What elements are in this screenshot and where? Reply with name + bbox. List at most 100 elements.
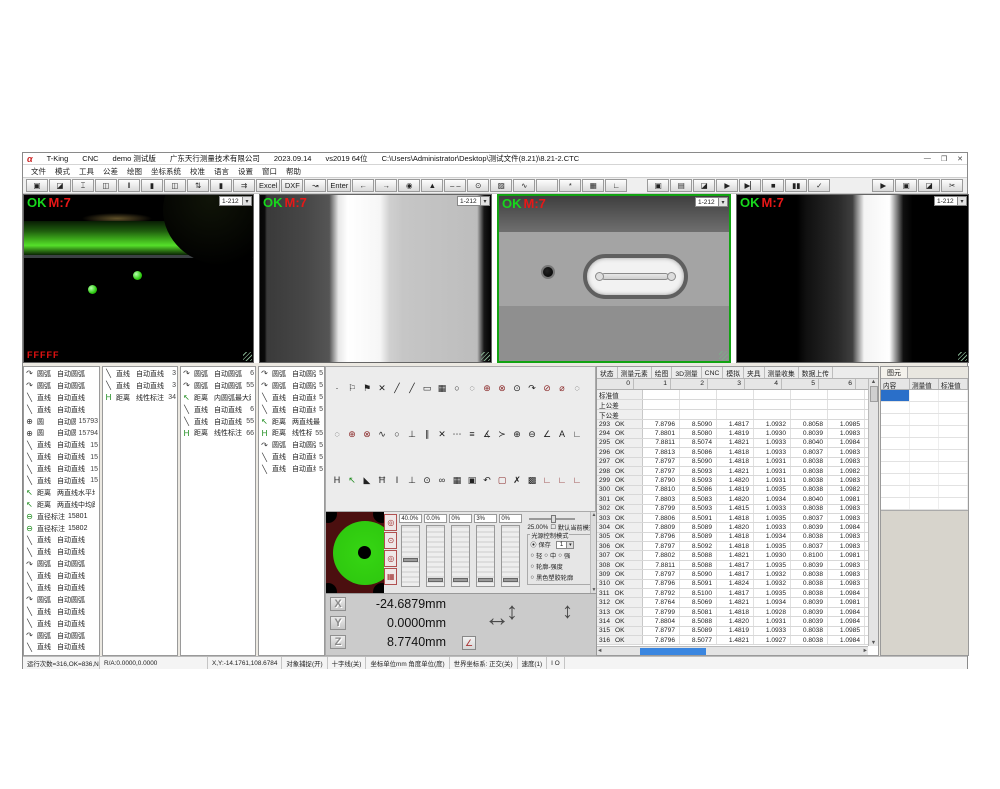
camera-view-1[interactable]: OKM:7 FFFFF 1-212 ▾ — [23, 194, 254, 363]
scrollbar-thumb[interactable] — [870, 386, 878, 402]
column-header[interactable]: 2 — [671, 379, 708, 389]
measure-tool-icon[interactable]: ⋯ — [450, 427, 464, 441]
level-mid-radio[interactable]: ○ — [544, 552, 548, 559]
measure-tool-icon[interactable]: ⊕ — [510, 427, 524, 441]
measure-tool-icon[interactable]: ∟ — [570, 427, 584, 441]
table-row[interactable]: 298OK 7.8797 8.5093 1.4821 1.0931 0.8038… — [597, 467, 868, 476]
measure-tool-icon[interactable]: ∟ — [540, 473, 554, 487]
mode-number-combobox[interactable]: 1▾ — [556, 541, 574, 549]
list-item[interactable]: ╲ 直线 自动直线 — [24, 392, 99, 404]
menu-item[interactable]: 窗口 — [262, 166, 277, 177]
fixture-button[interactable]: ◫ — [95, 179, 117, 192]
slider-thumb[interactable] — [453, 578, 468, 582]
list-item[interactable]: ╲ 直线 自动直线 — [24, 606, 99, 618]
list-item[interactable]: ╲ 直线 自动直线 15 — [24, 451, 99, 463]
measure-tool-icon[interactable]: ⌀ — [555, 381, 569, 395]
dxf-export-button[interactable]: DXF — [281, 179, 303, 192]
camera-view-3-selected[interactable]: OKM:7 1-212 ▾ — [497, 194, 731, 363]
group-disabled-button[interactable]: ▤ — [670, 179, 692, 192]
tolerance-row[interactable]: 下公差 — [597, 410, 868, 420]
camera3-selector[interactable]: 1-212 ▾ — [695, 197, 728, 207]
play-disabled-button[interactable]: ▶ — [872, 179, 894, 192]
scrollbar-thumb[interactable] — [640, 648, 706, 655]
list-item[interactable]: ╲ 直线 自动直线 15 — [24, 475, 99, 487]
table-row[interactable]: 316OK 7.8796 8.5077 1.4821 1.0927 0.8038… — [597, 636, 868, 645]
list-item[interactable]: ↷ 圆弧 自动圆弧 — [24, 368, 99, 380]
disabled-updown-button[interactable]: ⇅ — [187, 179, 209, 192]
horizontal-scrollbar[interactable]: ◄ ► — [597, 646, 868, 655]
list-item[interactable]: ╲ 直线 自动直线 — [24, 641, 99, 653]
measure-tool-icon[interactable]: ╱ — [390, 381, 404, 395]
list-item[interactable]: ╲ 直线 自动直线 55 — [181, 416, 255, 428]
measure-tool-icon[interactable]: ╱ — [405, 381, 419, 395]
table-row[interactable] — [881, 402, 968, 414]
tolerance-row[interactable]: 上公差 — [597, 400, 868, 410]
light-channel-slider[interactable] — [501, 525, 520, 587]
table-row[interactable] — [881, 450, 968, 462]
list-item[interactable]: ↖ 距离 两直线水平均距 — [24, 487, 99, 499]
run-button[interactable]: ✓ — [808, 179, 830, 192]
light-channel-slider[interactable] — [401, 525, 420, 587]
table-row[interactable] — [881, 438, 968, 450]
resize-grip-icon[interactable] — [243, 352, 252, 361]
measure-tool-icon[interactable]: ⊘ — [540, 381, 554, 395]
menu-item[interactable]: 帮助 — [286, 166, 301, 177]
measure-tool-icon[interactable]: ≡ — [465, 427, 479, 441]
table-row[interactable]: 309OK 7.8797 8.5090 1.4817 1.0932 0.8038… — [597, 570, 868, 579]
wave-button[interactable]: ∿ — [513, 179, 535, 192]
measure-tool-icon[interactable]: ○ — [390, 427, 404, 441]
results-tab[interactable]: 3D测量 — [672, 367, 701, 378]
measure-tool-icon[interactable]: ∡ — [480, 427, 494, 441]
measure-tool-icon[interactable]: Ħ — [375, 473, 389, 487]
disabled-tool-button[interactable]: ▮ — [210, 179, 232, 192]
close-button[interactable]: ✕ — [957, 155, 963, 163]
table-row[interactable]: 311OK 7.8792 8.5100 1.4817 1.0935 0.8038… — [597, 589, 868, 598]
light-channel-slider[interactable] — [476, 525, 495, 587]
list-item[interactable]: ↷ 圆弧 自动圆弧 5 — [259, 380, 324, 392]
column-header[interactable]: 5 — [782, 379, 819, 389]
list-item[interactable]: ⊕ 圆 自动圆 15794 — [24, 427, 99, 439]
results-tab[interactable]: 测量收集 — [765, 367, 799, 378]
measure-tool-icon[interactable]: ∠ — [540, 427, 554, 441]
list-item[interactable]: ╲ 直线 自动直线 — [24, 618, 99, 630]
measure-tool-icon[interactable]: ↶ — [480, 473, 494, 487]
results-tab[interactable]: 数据上传 — [799, 367, 833, 378]
minimize-button[interactable]: — — [924, 155, 931, 163]
jog-vertical-icon[interactable]: ↕ — [506, 598, 518, 626]
menu-item[interactable]: 绘图 — [127, 166, 142, 177]
measure-tool-icon[interactable]: ✕ — [435, 427, 449, 441]
maximize-button[interactable]: ❒ — [941, 155, 947, 163]
measure-tool-icon[interactable]: ✕ — [375, 381, 389, 395]
stop-button[interactable]: ■ — [762, 179, 784, 192]
tolerance-row[interactable]: 标准值 — [597, 390, 868, 400]
measure-tool-icon[interactable]: ⚑ — [360, 381, 374, 395]
menu-item[interactable]: 坐标系统 — [151, 166, 181, 177]
list-item[interactable]: H 距离 线性标注 34 — [103, 392, 177, 404]
measure-tool-icon[interactable]: ◣ — [360, 473, 374, 487]
measure-tool-icon[interactable]: ▢ — [495, 473, 509, 487]
light-button[interactable]: ◉ — [398, 179, 420, 192]
list-item[interactable]: ╲ 直线 自动直线 — [24, 582, 99, 594]
scroll-up-icon[interactable]: ▲ — [871, 379, 876, 385]
table-row[interactable] — [881, 498, 968, 510]
black-plastic-radio[interactable]: ○ — [530, 574, 534, 581]
measure-tool-icon[interactable]: ⊕ — [345, 427, 359, 441]
ring-segment-button[interactable]: ⊙ — [384, 532, 397, 549]
measure-tool-icon[interactable]: ◌ — [570, 381, 584, 395]
table-row[interactable]: 293OK 7.8796 8.5090 1.4817 1.0932 0.8058… — [597, 420, 868, 429]
column-header[interactable]: 4 — [745, 379, 782, 389]
level-strong-radio[interactable]: ○ — [558, 552, 562, 559]
slider-thumb[interactable] — [478, 578, 493, 582]
list-item[interactable]: ↷ 圆弧 自动圆弧 6 — [181, 368, 255, 380]
table-row[interactable] — [881, 474, 968, 486]
measure-tool-icon[interactable]: ↷ — [525, 381, 539, 395]
list-item[interactable]: ╲ 直线 自动直线 — [24, 570, 99, 582]
measure-tool-icon[interactable]: ⊖ — [525, 427, 539, 441]
table-row[interactable]: 302OK 7.8799 8.5093 1.4815 1.0933 0.8038… — [597, 505, 868, 514]
menu-item[interactable]: 公差 — [103, 166, 118, 177]
save-disabled-button[interactable]: ▣ — [647, 179, 669, 192]
measure-tool-icon[interactable]: ⊥ — [405, 427, 419, 441]
table-row[interactable]: 304OK 7.8809 8.5089 1.4820 1.0933 0.8039… — [597, 523, 868, 532]
menu-item[interactable]: 文件 — [31, 166, 46, 177]
measure-tool-icon[interactable]: ∟ — [555, 473, 569, 487]
